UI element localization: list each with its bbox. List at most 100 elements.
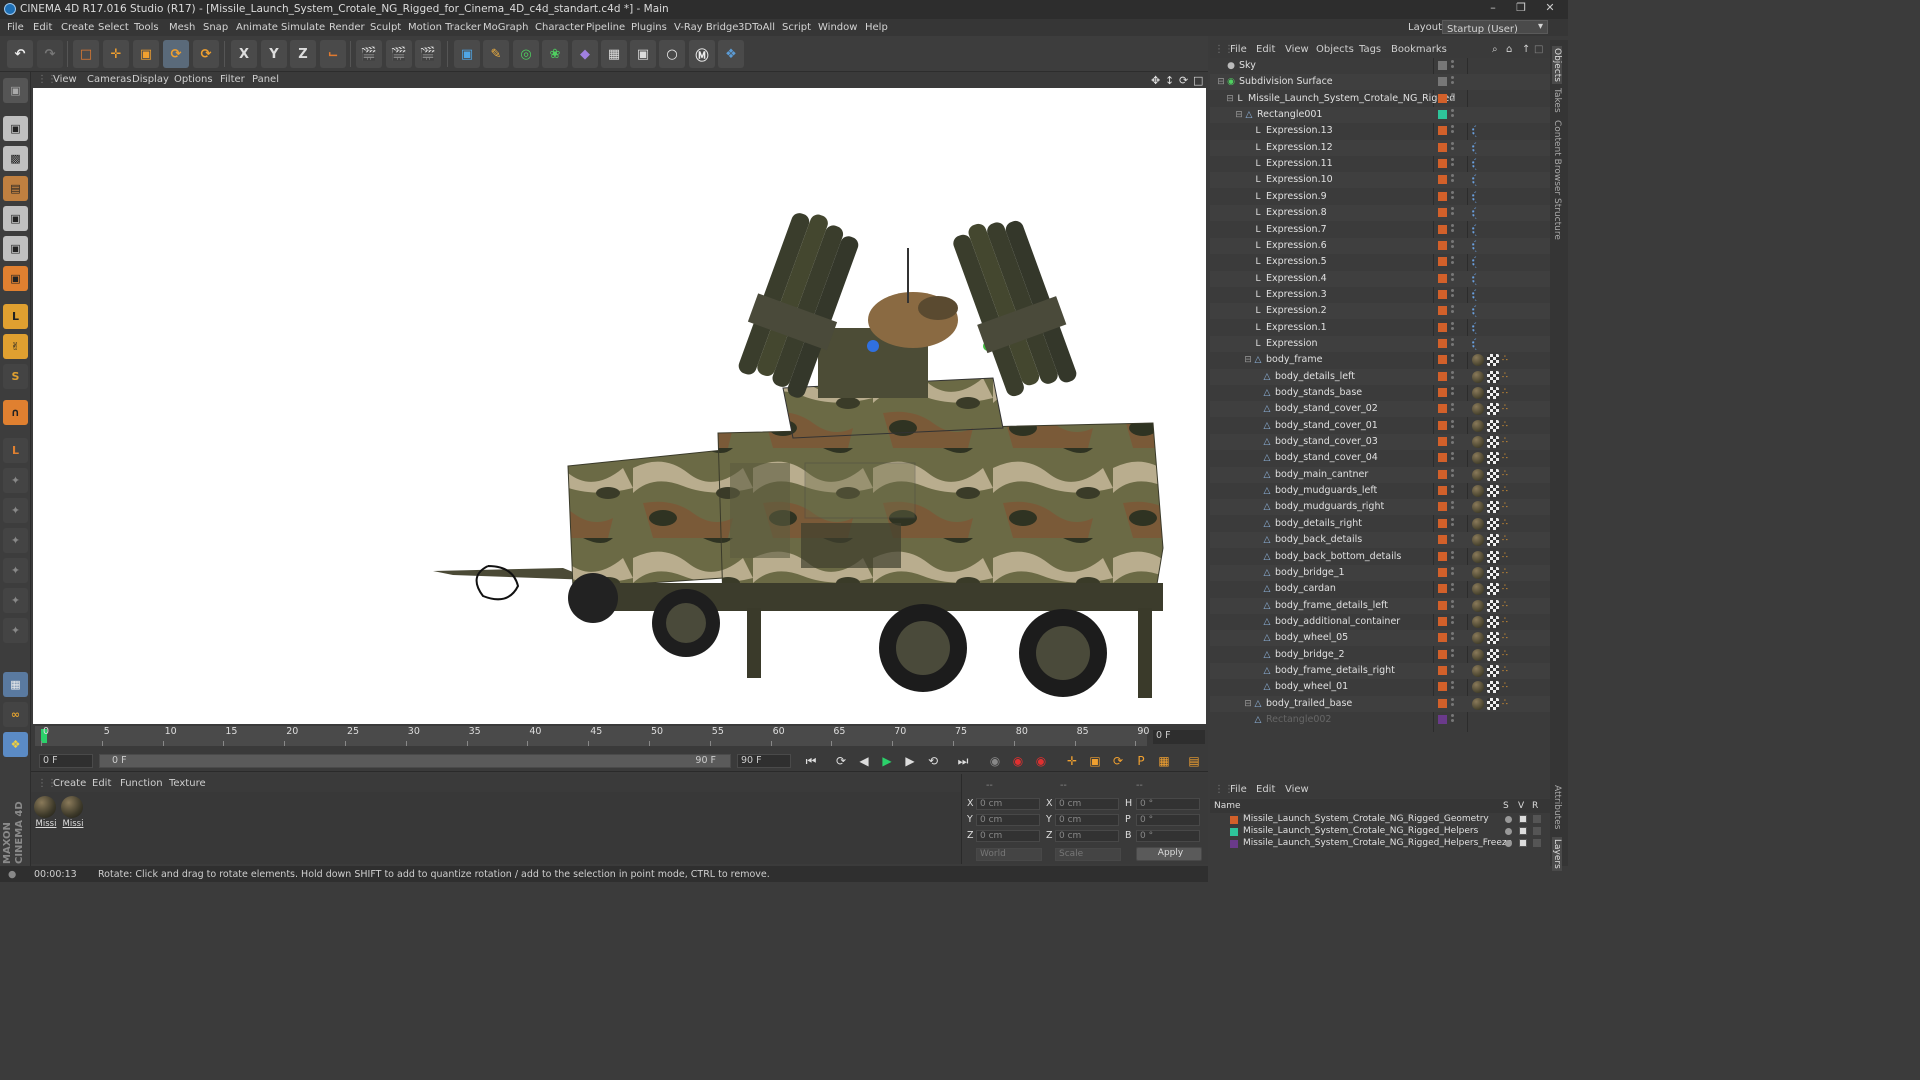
menu-snap[interactable]: Snap [203,22,228,33]
expand-toggle-icon[interactable] [1243,175,1253,185]
size-y-field[interactable]: 0 cm [1055,814,1119,826]
python-script-icon[interactable]: ❖ [3,732,28,757]
material-tag-icon[interactable] [1472,223,1484,236]
menu-sculpt[interactable]: Sculpt [370,22,401,33]
selection-tag-icon[interactable]: ∴ [1502,665,1514,677]
visibility-dots-icon[interactable] [1451,239,1455,252]
texture-tag-icon[interactable] [1487,599,1499,612]
menu-mograph[interactable]: MoGraph [483,22,528,33]
material-swatch[interactable]: Missi [34,796,58,829]
grab-icon[interactable]: ✦ [3,588,28,613]
selection-tag-icon[interactable]: ∴ [1502,420,1514,432]
layer-color-tag[interactable] [1438,175,1447,185]
material-tag-icon[interactable] [1472,125,1484,138]
texture-tag-icon[interactable] [1487,681,1499,694]
layer-color-tag[interactable] [1438,371,1447,381]
viewport-menu-cameras[interactable]: Cameras [87,74,131,85]
material-tag-icon[interactable] [1472,615,1484,628]
3d-viewport[interactable] [33,88,1206,724]
visibility-dots-icon[interactable] [1451,436,1455,448]
material-menu-create[interactable]: Create [53,778,86,789]
menu-select[interactable]: Select [98,22,129,33]
expand-toggle-icon[interactable] [1243,290,1253,300]
visibility-dots-icon[interactable] [1451,387,1455,399]
object-row[interactable]: ⊟ ◉ Subdivision Surface [1210,74,1550,91]
visibility-dots-icon[interactable] [1451,550,1455,563]
object-row[interactable]: L Expression [1210,335,1550,352]
visibility-dots-icon[interactable] [1451,485,1455,497]
maximize-icon[interactable]: ❐ [1507,1,1535,17]
material-tag-icon[interactable] [1472,272,1484,285]
material-tag-icon[interactable] [1472,370,1484,383]
object-row[interactable]: △ body_stand_cover_02 ∴ [1210,401,1550,418]
expand-toggle-icon[interactable] [1252,372,1262,382]
visibility-dots-icon[interactable] [1451,664,1455,677]
visibility-dots-icon[interactable] [1451,174,1455,186]
material-tag-icon[interactable] [1472,599,1484,612]
object-row[interactable]: △ body_stands_base ∴ [1210,385,1550,401]
timeline-window-icon[interactable]: ▤ [1184,751,1204,771]
viewport-menu-view[interactable]: View [53,74,77,85]
coordinate-system-icon[interactable]: ⌙ [320,40,346,68]
material-tag-icon[interactable] [1472,534,1484,547]
object-up-icon[interactable]: ↑ [1522,44,1530,55]
object-row[interactable]: △ body_bridge_2 ∴ [1210,647,1550,663]
object-row[interactable]: L Expression.9 [1210,189,1550,205]
pos-z-field[interactable]: 0 cm [976,830,1040,842]
layer-color-tag[interactable] [1438,142,1447,152]
model-mode-icon[interactable]: ▣ [3,116,28,141]
texture-tag-icon[interactable] [1487,452,1499,465]
material-menu-function[interactable]: Function [120,778,163,789]
selection-tag-icon[interactable]: ∴ [1502,600,1514,612]
menu-help[interactable]: Help [865,22,888,33]
visibility-dots-icon[interactable] [1451,517,1455,530]
expand-toggle-icon[interactable] [1252,682,1262,692]
layer-color-tag[interactable] [1438,420,1447,430]
next-key-icon[interactable]: ⟲ [923,751,943,771]
tab-attributes[interactable]: Attributes [1552,785,1562,829]
visibility-dots-icon[interactable] [1451,452,1455,464]
object-row[interactable]: △ body_frame_details_right ∴ [1210,662,1550,679]
expand-toggle-icon[interactable] [1216,61,1226,71]
visibility-dots-icon[interactable] [1451,501,1455,513]
viewport-layout-icon[interactable]: □ [1193,74,1203,87]
key-scale-icon[interactable]: ▣ [1085,751,1105,771]
viewport-menu-panel[interactable]: Panel [252,74,279,85]
visibility-dots-icon[interactable] [1451,158,1455,170]
menu-create[interactable]: Create [61,22,94,33]
expand-toggle-icon[interactable] [1252,584,1262,594]
object-row[interactable]: L Expression.5 [1210,254,1550,270]
selection-tag-icon[interactable]: ∴ [1502,698,1514,710]
apply-button[interactable]: Apply [1136,847,1202,861]
visibility-dots-icon[interactable] [1451,305,1455,317]
layer-color-tag[interactable] [1438,567,1447,577]
material-tag-icon[interactable] [1472,468,1484,481]
expand-toggle-icon[interactable] [1243,715,1253,725]
object-menu-file[interactable]: File [1230,44,1247,55]
layer-color-tag[interactable] [1438,584,1447,594]
object-row[interactable]: △ body_mudguards_left ∴ [1210,483,1550,499]
axis-mode-icon[interactable]: L [3,304,28,329]
floor-icon[interactable]: ▦ [601,40,627,68]
layer-color-tag[interactable] [1438,682,1447,692]
viewport-menu-filter[interactable]: Filter [220,74,245,85]
timeline-ruler[interactable]: 0 5 10 15 20 25 30 35 40 45 50 55 60 65 70 75 80 85 90 [35,726,1149,746]
menu-script[interactable]: Script [782,22,811,33]
record-keys-icon[interactable]: ◉ [1008,751,1028,771]
object-row[interactable]: △ body_wheel_01 ∴ [1210,679,1550,695]
rot-h-field[interactable]: 0 ° [1136,798,1200,810]
texture-tag-icon[interactable] [1487,354,1499,367]
menu-vray-bridge[interactable]: V-Ray Bridge [674,22,738,33]
expand-toggle-icon[interactable]: ⊟ [1225,94,1235,104]
layer-color-tag[interactable] [1438,665,1447,675]
selection-tag-icon[interactable]: ∴ [1502,567,1514,579]
selection-tag-icon[interactable]: ∴ [1502,371,1514,383]
size-x-field[interactable]: 0 cm [1055,798,1119,810]
visibility-dots-icon[interactable] [1451,615,1455,628]
menu-render[interactable]: Render [329,22,365,33]
expand-toggle-icon[interactable] [1243,274,1253,284]
texture-tag-icon[interactable] [1487,501,1499,514]
visibility-dots-icon[interactable] [1451,190,1455,203]
viewport-menu-display[interactable]: Display [132,74,169,85]
menu-window[interactable]: Window [818,22,857,33]
